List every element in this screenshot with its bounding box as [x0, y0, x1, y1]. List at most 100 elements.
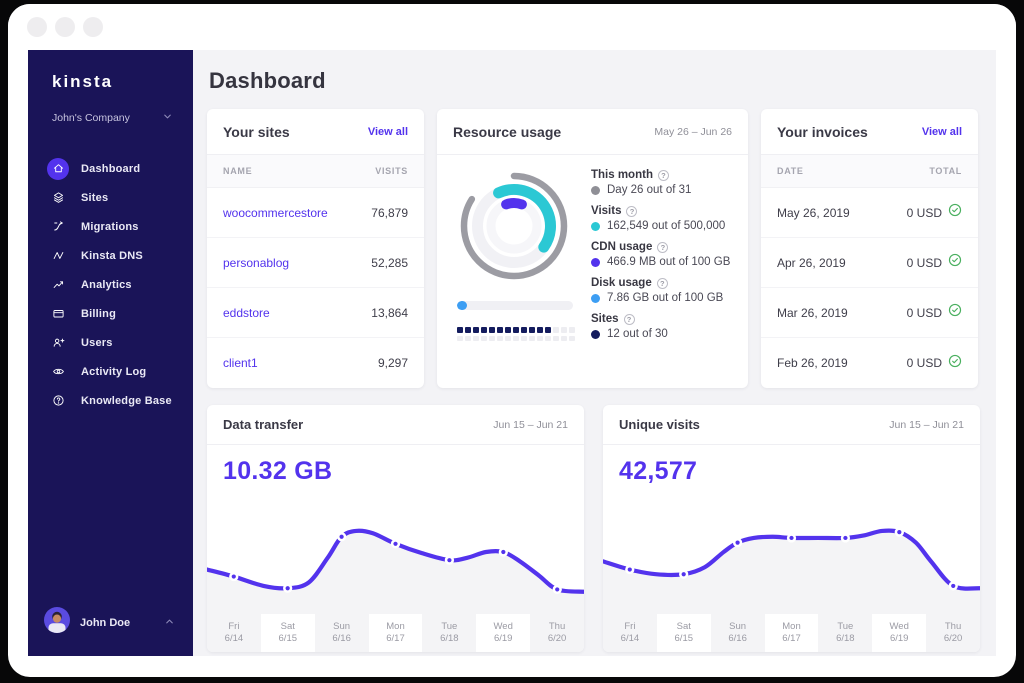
sidebar-item-activity-log[interactable]: Activity Log	[28, 357, 193, 386]
activity-icon	[47, 361, 69, 383]
sidebar-item-users[interactable]: Users	[28, 328, 193, 357]
site-link[interactable]: personablog	[223, 256, 289, 270]
site-visits: 13,864	[371, 305, 408, 320]
site-link[interactable]: woocommercestore	[223, 206, 328, 220]
site-slot	[457, 327, 463, 333]
axis-date: 6/17	[782, 633, 801, 644]
site-slot	[529, 335, 535, 341]
legend-label: Visits?	[591, 205, 730, 217]
site-slot	[553, 335, 559, 341]
legend-item-visits: Visits? 162,549 out of 500,000	[591, 205, 730, 232]
invoices-col-total: TOTAL	[929, 166, 962, 176]
sidebar-item-migrations[interactable]: Migrations	[28, 212, 193, 241]
user-menu[interactable]: John Doe	[28, 595, 193, 656]
sidebar-item-analytics[interactable]: Analytics	[28, 270, 193, 299]
site-slot	[497, 335, 503, 341]
invoice-total-group: 0 USD	[907, 303, 962, 322]
sites-usage-grid	[457, 327, 575, 341]
avatar	[44, 607, 70, 638]
sidebar-item-label: Sites	[81, 191, 109, 204]
window-control-dot[interactable]	[83, 17, 103, 37]
site-slot	[521, 327, 527, 333]
site-slot	[553, 327, 559, 333]
sidebar-item-sites[interactable]: Sites	[28, 183, 193, 212]
knowledge-icon	[47, 390, 69, 412]
sidebar-nav: Dashboard Sites Migrations Kinsta DNS Analyt…	[28, 154, 193, 415]
chart-period: Jun 15 – Jun 21	[493, 418, 568, 431]
sites-view-all-link[interactable]: View all	[368, 126, 408, 138]
site-link[interactable]: eddstore	[223, 306, 270, 320]
company-selector[interactable]: John's Company	[52, 109, 173, 127]
site-slot	[561, 327, 567, 333]
help-icon[interactable]: ?	[657, 241, 669, 253]
axis-label-6-16: Sun 6/16	[710, 614, 765, 652]
axis-label-6-19: Wed 6/19	[872, 614, 926, 652]
invoices-view-all-link[interactable]: View all	[922, 126, 962, 138]
invoices-card-title: Your invoices	[777, 123, 868, 140]
site-slot	[521, 335, 527, 341]
axis-day: Sat	[280, 620, 295, 632]
legend-value-text: Day 26 out of 31	[607, 184, 692, 196]
axis-date: 6/19	[493, 633, 513, 644]
sidebar-item-billing[interactable]: Billing	[28, 299, 193, 328]
axis-day: Sun	[729, 620, 747, 632]
main-content: Dashboard Your sites View all NAME VISIT…	[193, 50, 996, 656]
invoice-total: 0 USD	[906, 356, 942, 370]
legend-value: 12 out of 30	[591, 328, 730, 340]
axis-label-6-20: Thu 6/20	[926, 614, 980, 652]
site-slot	[465, 327, 471, 333]
window-control-dot[interactable]	[55, 17, 75, 37]
site-slot	[513, 335, 519, 341]
help-icon[interactable]: ?	[623, 313, 635, 325]
legend-value: 7.86 GB out of 100 GB	[591, 292, 730, 304]
sites-col-name: NAME	[223, 166, 253, 176]
legend-label-text: Visits	[591, 205, 622, 217]
help-icon[interactable]: ?	[626, 205, 638, 217]
site-slot	[561, 335, 567, 341]
legend-value-text: 466.9 MB out of 100 GB	[607, 256, 731, 268]
axis-date: 6/20	[943, 633, 963, 644]
paid-check-icon	[948, 203, 962, 222]
company-name: John's Company	[52, 112, 130, 124]
site-slot	[481, 327, 487, 333]
site-slot	[569, 327, 575, 333]
sites-grid-row	[457, 335, 575, 341]
legend-color-dot	[591, 221, 600, 231]
invoice-total: 0 USD	[906, 205, 942, 220]
sidebar-item-kinsta-dns[interactable]: Kinsta DNS	[28, 241, 193, 270]
window-titlebar	[8, 4, 1016, 50]
legend-item-this-month: This month? Day 26 out of 31	[591, 169, 730, 196]
axis-day: Fri	[228, 620, 240, 632]
invoice-total: 0 USD	[906, 305, 942, 320]
help-icon[interactable]: ?	[657, 169, 669, 181]
page-title: Dashboard	[209, 68, 326, 93]
axis-label-6-15: Sat 6/15	[657, 614, 711, 652]
top-cards-row: Your sites View all NAME VISITS woocomme…	[207, 109, 980, 388]
site-slot	[513, 327, 519, 333]
help-icon[interactable]: ?	[656, 277, 668, 289]
site-link[interactable]: client1	[223, 356, 258, 370]
axis-label-6-19: Wed 6/19	[476, 614, 530, 652]
table-row: eddstore 13,864	[207, 288, 424, 338]
legend-label-text: Disk usage	[591, 277, 652, 289]
legend-label: Disk usage?	[591, 277, 730, 289]
resource-gauges	[455, 167, 575, 341]
axis-label-6-16: Sun 6/16	[314, 614, 369, 652]
axis-day: Sun	[333, 620, 351, 632]
sidebar-item-knowledge-base[interactable]: Knowledge Base	[28, 386, 193, 415]
sidebar-item-dashboard[interactable]: Dashboard	[28, 154, 193, 183]
axis-day: Fri	[624, 620, 636, 632]
axis-date: 6/15	[674, 633, 694, 644]
your-sites-card: Your sites View all NAME VISITS woocomme…	[207, 109, 424, 388]
chart-card-title: Unique visits	[619, 417, 700, 432]
site-slot	[505, 327, 511, 333]
axis-day: Tue	[837, 620, 854, 632]
legend-item-sites: Sites? 12 out of 30	[591, 313, 730, 340]
axis-date: 6/20	[547, 633, 567, 644]
app-window: Kinsta John's Company Dashboard Sites Migr…	[8, 4, 1016, 677]
legend-label: Sites?	[591, 313, 730, 325]
window-control-dot[interactable]	[27, 17, 47, 37]
axis-label-6-15: Sat 6/15	[261, 614, 315, 652]
site-slot	[545, 335, 551, 341]
axis-date: 6/14	[224, 633, 244, 644]
